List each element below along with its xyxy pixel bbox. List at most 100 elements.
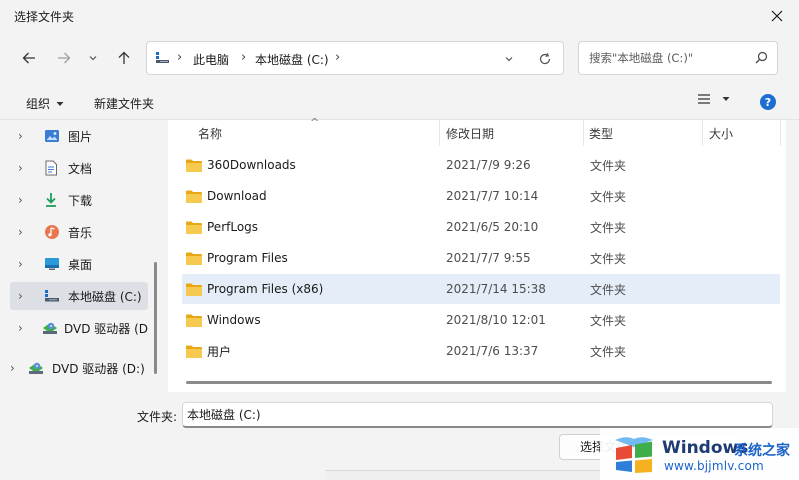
search-input[interactable] — [587, 50, 747, 66]
file-name: PerfLogs — [207, 220, 259, 234]
expand-chevron-icon[interactable]: › — [18, 321, 30, 335]
sidebar-item-dvd-drive-root[interactable]: › DVD 驱动器 (D:) — [2, 354, 152, 382]
file-type: 文件夹 — [590, 282, 627, 297]
folder-icon — [186, 159, 202, 172]
sidebar-item-local-disk-c[interactable]: › 本地磁盘 (C:) — [10, 282, 148, 310]
list-view-icon — [698, 94, 710, 104]
table-row[interactable]: PerfLogs 2021/6/5 20:10 文件夹 — [182, 212, 780, 242]
breadcrumb-separator: › — [335, 50, 341, 65]
search-icon[interactable] — [755, 51, 768, 67]
breadcrumb-this-pc[interactable]: 此电脑 — [193, 51, 229, 68]
arrow-left-icon — [22, 52, 35, 64]
file-name: 用户 — [207, 344, 232, 359]
expand-chevron-icon[interactable]: › — [18, 193, 32, 207]
window-title: 选择文件夹 — [14, 10, 75, 24]
file-type: 文件夹 — [590, 251, 627, 266]
folder-icon — [186, 190, 202, 203]
arrow-right-icon — [58, 52, 71, 64]
folder-icon — [186, 252, 202, 265]
search-box[interactable] — [578, 41, 778, 75]
table-row[interactable]: Program Files 2021/7/7 9:55 文件夹 — [182, 243, 780, 273]
folder-icon — [186, 283, 202, 296]
chevron-down-icon — [505, 57, 513, 62]
sidebar-scrollbar-thumb[interactable] — [154, 262, 157, 374]
table-row-selected[interactable]: Program Files (x86) 2021/7/14 15:38 文件夹 — [182, 274, 780, 304]
sidebar-item-pictures[interactable]: › 图片 — [10, 122, 148, 150]
expand-chevron-icon[interactable]: › — [10, 361, 24, 375]
sidebar-item-label: DVD 驱动器 (D — [63, 321, 148, 336]
sidebar-item-label: 下载 — [68, 193, 93, 208]
address-bar[interactable]: › 此电脑 › 本地磁盘 (C:) › — [146, 41, 564, 75]
table-row[interactable]: Download 2021/7/7 10:14 文件夹 — [182, 181, 780, 211]
file-type: 文件夹 — [590, 344, 627, 359]
breadcrumb-local-disk[interactable]: 本地磁盘 (C:) — [255, 51, 329, 68]
new-folder-button[interactable]: 新建文件夹 — [94, 95, 154, 112]
column-header-name[interactable]: 名称 — [198, 120, 222, 146]
modified-date: 2021/7/9 9:26 — [446, 158, 531, 172]
this-pc-icon — [155, 51, 171, 68]
column-divider[interactable] — [780, 120, 781, 146]
file-name: 360Downloads — [207, 158, 296, 172]
forward-button[interactable] — [52, 46, 76, 70]
sidebar-item-label: 音乐 — [68, 225, 93, 240]
close-icon — [771, 10, 783, 22]
sidebar-item-label: 文档 — [68, 161, 93, 176]
watermark-url: www.bjjmlv.com — [664, 459, 764, 473]
chevron-down-icon — [89, 56, 97, 61]
recent-locations-button[interactable] — [84, 46, 102, 70]
modified-date: 2021/7/14 15:38 — [446, 282, 546, 296]
expand-chevron-icon[interactable]: › — [18, 289, 32, 303]
expand-chevron-icon[interactable]: › — [18, 161, 32, 175]
column-header-type[interactable]: 类型 — [589, 120, 613, 146]
modified-date: 2021/6/5 20:10 — [446, 220, 539, 234]
column-divider[interactable] — [439, 120, 440, 146]
sidebar-item-dvd-drive[interactable]: › DVD 驱动器 (D — [10, 314, 148, 342]
modified-date: 2021/8/10 12:01 — [446, 313, 546, 327]
download-icon — [44, 192, 62, 208]
expand-chevron-icon[interactable]: › — [18, 129, 32, 143]
folder-icon — [186, 221, 202, 234]
sidebar-item-label: DVD 驱动器 (D:) — [52, 361, 145, 376]
drive-icon — [44, 288, 62, 304]
help-button[interactable]: ? — [760, 94, 776, 110]
modified-date: 2021/7/7 10:14 — [446, 189, 539, 203]
sidebar-item-desktop[interactable]: › 桌面 — [10, 250, 148, 278]
column-header-date[interactable]: 修改日期 — [446, 120, 494, 146]
expand-chevron-icon[interactable]: › — [18, 225, 32, 239]
watermark-site-name: 系统之家 — [734, 443, 790, 459]
column-divider[interactable] — [583, 120, 584, 146]
up-button[interactable] — [112, 46, 136, 70]
sidebar-item-music[interactable]: › 音乐 — [10, 218, 148, 246]
refresh-button[interactable] — [533, 47, 557, 71]
file-type: 文件夹 — [590, 189, 627, 204]
modified-date: 2021/7/6 13:37 — [446, 344, 539, 358]
column-header-size[interactable]: 大小 — [709, 120, 733, 146]
close-button[interactable] — [762, 2, 792, 30]
horizontal-scrollbar-thumb[interactable] — [186, 381, 772, 384]
sidebar-item-downloads[interactable]: › 下载 — [10, 186, 148, 214]
arrow-up-icon — [118, 51, 130, 64]
address-history-button[interactable] — [497, 47, 521, 71]
back-button[interactable] — [17, 46, 41, 70]
table-row[interactable]: 360Downloads 2021/7/9 9:26 文件夹 — [182, 150, 780, 180]
caret-down-icon — [56, 101, 64, 106]
view-options-button[interactable] — [697, 93, 731, 105]
organize-menu-button[interactable]: 组织 — [26, 95, 65, 112]
column-divider[interactable] — [702, 120, 703, 146]
file-name: Windows — [207, 313, 261, 327]
navigation-pane: › 图片 › 文档 › 下载 › 音乐 › 桌面 › 本地磁盘 (C:) › D… — [0, 120, 160, 392]
table-row[interactable]: 用户 2021/7/6 13:37 文件夹 — [182, 336, 780, 366]
folder-name-input[interactable] — [182, 402, 773, 428]
sidebar-item-label: 本地磁盘 (C:) — [68, 289, 142, 304]
file-type: 文件夹 — [590, 158, 627, 173]
expand-chevron-icon[interactable]: › — [18, 257, 32, 271]
file-name: Download — [207, 189, 267, 203]
sidebar-item-documents[interactable]: › 文档 — [10, 154, 148, 182]
table-row[interactable]: Windows 2021/8/10 12:01 文件夹 — [182, 305, 780, 335]
title-bar — [0, 0, 799, 34]
dvd-icon — [28, 360, 46, 376]
sort-indicator-icon: ^ — [310, 116, 320, 129]
folder-field-label: 文件夹: — [137, 410, 178, 424]
breadcrumb-separator: › — [177, 50, 183, 65]
music-icon — [44, 224, 62, 240]
